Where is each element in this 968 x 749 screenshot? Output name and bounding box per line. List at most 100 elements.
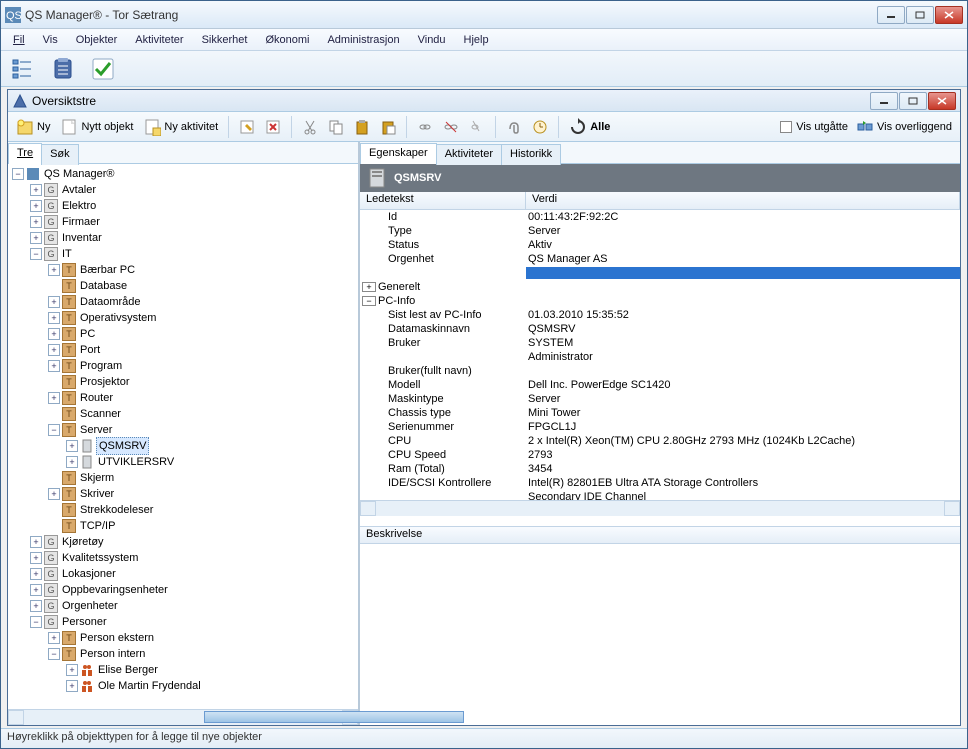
tree-node[interactable]: −GIT xyxy=(8,246,358,262)
tree-node[interactable]: +TPerson ekstern xyxy=(8,630,358,646)
tree-label[interactable]: UTVIKLERSRV xyxy=(96,454,176,470)
menu-sikkerhet[interactable]: Sikkerhet xyxy=(194,32,256,48)
menu-fil[interactable]: Fil xyxy=(5,32,33,48)
tree-label[interactable]: Oppbevaringsenheter xyxy=(60,582,170,598)
collapse-icon[interactable]: − xyxy=(30,616,42,628)
close-button[interactable] xyxy=(935,6,963,24)
tree-node[interactable]: +TDataområde xyxy=(8,294,358,310)
itb-cut-icon[interactable] xyxy=(300,117,320,137)
tb-check-icon[interactable] xyxy=(87,55,119,83)
tree-node[interactable]: + UTVIKLERSRV xyxy=(8,454,358,470)
tree-label[interactable]: QS Manager® xyxy=(42,166,116,182)
expand-icon[interactable]: + xyxy=(30,584,42,596)
tree-label[interactable]: Person intern xyxy=(78,646,147,662)
tree-node[interactable]: +GKvalitetssystem xyxy=(8,550,358,566)
tree-node[interactable]: +GAvtaler xyxy=(8,182,358,198)
tree-node[interactable]: +TPC xyxy=(8,326,358,342)
tree-node[interactable]: TDatabase xyxy=(8,278,358,294)
expand-icon[interactable]: + xyxy=(30,600,42,612)
tree-label[interactable]: Lokasjoner xyxy=(60,566,118,582)
tree-node[interactable]: +GOppbevaringsenheter xyxy=(8,582,358,598)
expand-icon[interactable]: + xyxy=(48,344,60,356)
tree-node[interactable]: +TProgram xyxy=(8,358,358,374)
tree-label[interactable]: Router xyxy=(78,390,115,406)
menu-aktiviteter[interactable]: Aktiviteter xyxy=(127,32,191,48)
inner-minimize-button[interactable] xyxy=(870,92,898,110)
expand-icon[interactable]: + xyxy=(30,184,42,196)
tree[interactable]: −QS Manager®+GAvtaler+GElektro+GFirmaer+… xyxy=(8,166,358,694)
itb-ny-aktivitet[interactable]: Ny aktivitet xyxy=(141,116,220,138)
expand-icon[interactable]: + xyxy=(48,296,60,308)
tree-node[interactable]: −TPerson intern xyxy=(8,646,358,662)
tab-aktiviteter[interactable]: Aktiviteter xyxy=(436,144,502,165)
expand-icon[interactable]: + xyxy=(66,456,78,468)
expand-icon[interactable]: + xyxy=(66,440,78,452)
expand-icon[interactable]: + xyxy=(66,680,78,692)
left-hscroll[interactable] xyxy=(8,709,358,725)
tb-clipboard-icon[interactable] xyxy=(47,55,79,83)
tree-node[interactable]: TStrekkodeleser xyxy=(8,502,358,518)
tree-label[interactable]: Person ekstern xyxy=(78,630,156,646)
tree-label[interactable]: IT xyxy=(60,246,74,262)
tree-label[interactable]: Skriver xyxy=(78,486,116,502)
tree-node[interactable]: +GElektro xyxy=(8,198,358,214)
tree-label[interactable]: Firmaer xyxy=(60,214,102,230)
expand-icon[interactable]: + xyxy=(30,232,42,244)
collapse-icon[interactable]: − xyxy=(30,248,42,260)
collapse-icon[interactable]: − xyxy=(48,648,60,660)
maximize-button[interactable] xyxy=(906,6,934,24)
collapse-icon[interactable]: − xyxy=(362,296,376,306)
tree-node[interactable]: +GOrgenheter xyxy=(8,598,358,614)
tab-sok[interactable]: Søk xyxy=(41,144,79,165)
itb-edit-icon[interactable] xyxy=(237,117,257,137)
expand-icon[interactable]: + xyxy=(48,312,60,324)
itb-paste2-icon[interactable] xyxy=(378,117,398,137)
tree-node[interactable]: −GPersoner xyxy=(8,614,358,630)
inner-maximize-button[interactable] xyxy=(899,92,927,110)
tree-node[interactable]: +TPort xyxy=(8,342,358,358)
col-label[interactable]: Ledetekst xyxy=(360,192,526,209)
tree-label[interactable]: Kjøretøy xyxy=(60,534,106,550)
expand-icon[interactable]: + xyxy=(48,328,60,340)
tree-node[interactable]: TProsjektor xyxy=(8,374,358,390)
expand-icon[interactable]: + xyxy=(48,264,60,276)
itb-attach-icon[interactable] xyxy=(504,117,524,137)
itb-cutlink-icon[interactable] xyxy=(467,117,487,137)
tree-node[interactable]: TTCP/IP xyxy=(8,518,358,534)
tree-label[interactable]: Elise Berger xyxy=(96,662,160,678)
itb-paste-icon[interactable] xyxy=(352,117,372,137)
expand-icon[interactable]: + xyxy=(30,536,42,548)
tree-node[interactable]: TSkjerm xyxy=(8,470,358,486)
tree-label[interactable]: Skjerm xyxy=(78,470,116,486)
tree-label[interactable]: Operativsystem xyxy=(78,310,158,326)
tree-label[interactable]: Prosjektor xyxy=(78,374,132,390)
desc-area[interactable] xyxy=(360,544,960,725)
itb-delete-icon[interactable] xyxy=(263,117,283,137)
collapse-icon[interactable]: − xyxy=(12,168,24,180)
col-value[interactable]: Verdi xyxy=(526,192,960,209)
tree-label[interactable]: PC xyxy=(78,326,97,342)
tree-node[interactable]: TScanner xyxy=(8,406,358,422)
collapse-icon[interactable]: − xyxy=(48,424,60,436)
tree-label[interactable]: Avtaler xyxy=(60,182,98,198)
tree-label[interactable]: Bærbar PC xyxy=(78,262,137,278)
tree-label[interactable]: Server xyxy=(78,422,114,438)
tb-tree-icon[interactable] xyxy=(7,55,39,83)
menu-hjelp[interactable]: Hjelp xyxy=(456,32,497,48)
tab-historikk[interactable]: Historikk xyxy=(501,144,561,165)
tree-label[interactable]: Strekkodeleser xyxy=(78,502,155,518)
tree-node[interactable]: +TBærbar PC xyxy=(8,262,358,278)
expand-icon[interactable]: + xyxy=(48,488,60,500)
expand-icon[interactable]: + xyxy=(30,552,42,564)
tree-label[interactable]: Inventar xyxy=(60,230,104,246)
itb-vis-overliggende[interactable]: Vis overliggend xyxy=(854,116,954,138)
itb-clock-icon[interactable] xyxy=(530,117,550,137)
tree-label[interactable]: Scanner xyxy=(78,406,123,422)
expand-icon[interactable]: + xyxy=(362,282,376,292)
tree-node[interactable]: +Ole Martin Frydendal xyxy=(8,678,358,694)
menu-vis[interactable]: Vis xyxy=(35,32,66,48)
chk-vis-utgatte[interactable]: Vis utgåtte xyxy=(780,121,848,133)
tree-label[interactable]: TCP/IP xyxy=(78,518,117,534)
tree-node[interactable]: −TServer xyxy=(8,422,358,438)
tree-node[interactable]: +GInventar xyxy=(8,230,358,246)
